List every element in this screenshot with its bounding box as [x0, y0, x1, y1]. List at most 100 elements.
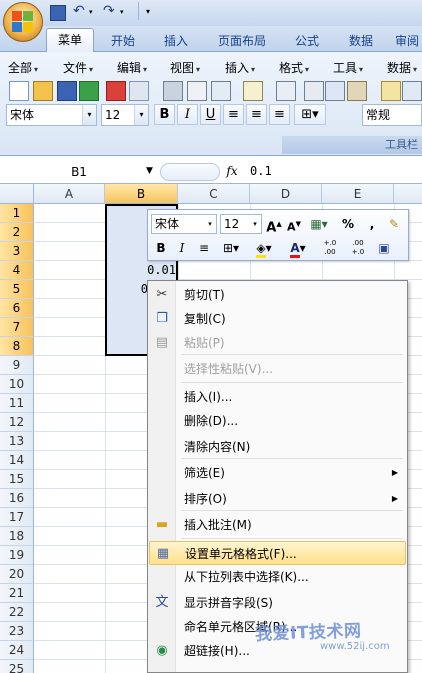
- mini-center-icon[interactable]: ≡: [194, 238, 214, 258]
- name-box-dropdown-icon[interactable]: ▼: [146, 166, 153, 176]
- row-header-24[interactable]: 24: [0, 641, 34, 660]
- redo-dropdown-icon[interactable]: ▾: [120, 8, 124, 16]
- context-menu-item[interactable]: 清除内容(N): [149, 435, 406, 459]
- undo-icon[interactable]: ↶: [73, 3, 85, 19]
- font-color-button[interactable]: A▾: [284, 238, 312, 258]
- menu-data[interactable]: 数据 ▾: [387, 59, 417, 77]
- font-size-select[interactable]: 12 ▾: [101, 104, 149, 126]
- context-menu-item[interactable]: 排序(O) ▶: [149, 487, 406, 511]
- research-icon[interactable]: [276, 81, 296, 101]
- menu-view[interactable]: 视图 ▾: [170, 59, 200, 77]
- format-painter-icon[interactable]: ✎: [384, 214, 404, 234]
- menu-insert[interactable]: 插入 ▾: [225, 59, 255, 77]
- customize-qat-icon[interactable]: ▾: [146, 7, 150, 16]
- menu-file[interactable]: 文件 ▾: [63, 59, 93, 77]
- percent-button[interactable]: %: [338, 214, 358, 234]
- context-menu-item[interactable]: ▦ 设置单元格格式(F)...: [149, 541, 406, 565]
- find-icon[interactable]: [211, 81, 231, 101]
- open-folder-icon[interactable]: [33, 81, 53, 101]
- row-header-14[interactable]: 14: [0, 451, 34, 470]
- save-icon[interactable]: [50, 5, 66, 21]
- cell-b5[interactable]: 0: [108, 282, 148, 296]
- undo-toolbar-icon[interactable]: [402, 81, 422, 101]
- decrease-decimal-button[interactable]: .00 +.0: [346, 238, 370, 258]
- insert-function-icon[interactable]: fx: [222, 161, 242, 181]
- select-all-corner[interactable]: [0, 184, 34, 204]
- bold-button[interactable]: B: [154, 104, 175, 125]
- column-header-b[interactable]: B: [105, 184, 178, 204]
- new-document-icon[interactable]: [9, 81, 29, 101]
- row-header-3[interactable]: 3: [0, 242, 34, 261]
- menu-edit[interactable]: 编辑 ▾: [117, 59, 147, 77]
- chevron-down-icon[interactable]: ▾: [204, 215, 216, 233]
- column-header-e[interactable]: E: [322, 184, 394, 204]
- export-pdf-icon[interactable]: [106, 81, 126, 101]
- tab-home[interactable]: 开始: [103, 30, 143, 52]
- spelling-icon[interactable]: [243, 81, 263, 101]
- print-icon[interactable]: [163, 81, 183, 101]
- chevron-down-icon[interactable]: ▾: [249, 215, 261, 233]
- office-button[interactable]: [3, 2, 43, 42]
- chevron-down-icon[interactable]: ▾: [134, 105, 148, 125]
- formula-input[interactable]: 0.1: [250, 164, 272, 178]
- mini-italic-button[interactable]: I: [172, 238, 192, 258]
- row-header-11[interactable]: 11: [0, 394, 34, 413]
- merge-cells-icon[interactable]: ▣: [374, 238, 394, 258]
- menu-format[interactable]: 格式 ▾: [279, 59, 309, 77]
- redo-icon[interactable]: ↷: [103, 3, 115, 19]
- row-header-21[interactable]: 21: [0, 584, 34, 603]
- tab-formulas[interactable]: 公式: [287, 30, 327, 52]
- tab-review[interactable]: 审阅: [395, 30, 422, 52]
- borders-icon[interactable]: ⊞▾: [218, 238, 244, 258]
- row-header-13[interactable]: 13: [0, 432, 34, 451]
- row-header-4[interactable]: 4: [0, 261, 34, 280]
- row-header-12[interactable]: 12: [0, 413, 34, 432]
- save-icon[interactable]: [57, 81, 77, 101]
- number-format-select[interactable]: 常规: [362, 104, 422, 126]
- row-header-22[interactable]: 22: [0, 603, 34, 622]
- row-header-6[interactable]: 6: [0, 299, 34, 318]
- mini-bold-button[interactable]: B: [151, 238, 171, 258]
- tab-menu[interactable]: 菜单: [46, 28, 94, 53]
- row-header-2[interactable]: 2: [0, 223, 34, 242]
- row-header-15[interactable]: 15: [0, 470, 34, 489]
- comma-button[interactable]: ,: [362, 214, 382, 234]
- align-left-icon[interactable]: ≡: [223, 104, 244, 125]
- row-header-8[interactable]: 8: [0, 337, 34, 356]
- export-excel-icon[interactable]: [79, 81, 99, 101]
- column-header-c[interactable]: C: [178, 184, 250, 204]
- paste-icon[interactable]: [347, 81, 367, 101]
- merge-center-icon[interactable]: ⊞▾: [294, 104, 326, 125]
- row-header-10[interactable]: 10: [0, 375, 34, 394]
- align-center-icon[interactable]: ≡: [246, 104, 267, 125]
- menu-all[interactable]: 全部 ▾: [8, 59, 38, 77]
- context-menu-item[interactable]: ✂ 剪切(T): [149, 283, 406, 307]
- context-menu-item[interactable]: ❐ 复制(C): [149, 307, 406, 331]
- italic-button[interactable]: I: [177, 104, 198, 125]
- chevron-down-icon[interactable]: ▾: [82, 105, 96, 125]
- underline-button[interactable]: U: [200, 104, 221, 125]
- shrink-font-button[interactable]: A▼: [284, 214, 304, 234]
- print-preview-icon[interactable]: [187, 81, 207, 101]
- font-name-select[interactable]: 宋体 ▾: [6, 104, 97, 126]
- row-header-7[interactable]: 7: [0, 318, 34, 337]
- context-menu-item[interactable]: 从下拉列表中选择(K)...: [149, 565, 406, 589]
- row-header-18[interactable]: 18: [0, 527, 34, 546]
- accounting-format-icon[interactable]: ▦▾: [306, 214, 332, 234]
- column-header-f[interactable]: [394, 184, 422, 204]
- row-header-23[interactable]: 23: [0, 622, 34, 641]
- row-header-25[interactable]: 25: [0, 660, 34, 673]
- tab-data[interactable]: 数据: [341, 30, 381, 52]
- row-header-17[interactable]: 17: [0, 508, 34, 527]
- undo-dropdown-icon[interactable]: ▾: [89, 8, 93, 16]
- name-box[interactable]: B1: [2, 163, 156, 181]
- row-header-20[interactable]: 20: [0, 565, 34, 584]
- context-menu-item[interactable]: 删除(D)...: [149, 409, 406, 433]
- fill-color-icon[interactable]: ◈▾: [250, 238, 278, 258]
- menu-tools[interactable]: 工具 ▾: [333, 59, 363, 77]
- row-header-9[interactable]: 9: [0, 356, 34, 375]
- align-right-icon[interactable]: ≡: [269, 104, 290, 125]
- format-painter-icon[interactable]: [381, 81, 401, 101]
- context-menu-item[interactable]: 筛选(E) ▶: [149, 461, 406, 485]
- row-header-16[interactable]: 16: [0, 489, 34, 508]
